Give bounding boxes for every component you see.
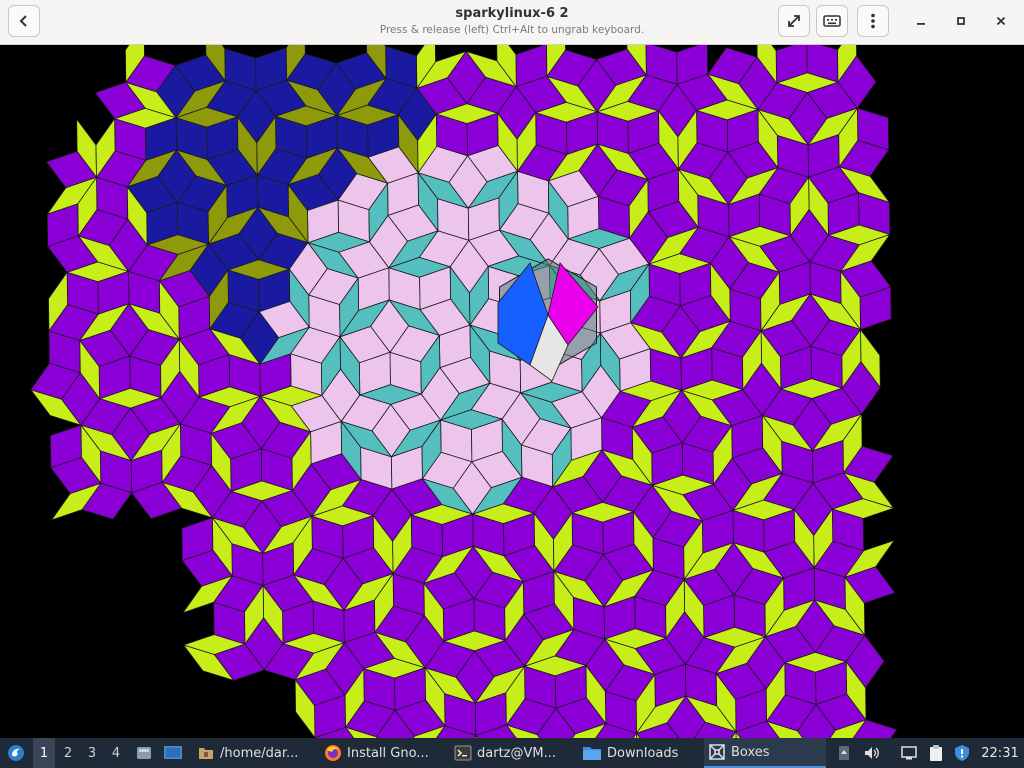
updates-button[interactable] <box>950 738 974 768</box>
minimize-icon <box>917 23 925 25</box>
close-icon <box>996 16 1006 26</box>
desktop-icon <box>164 746 182 759</box>
more-vertical-icon <box>871 13 875 29</box>
volume-icon <box>865 747 879 759</box>
header-bar: sparkylinux-6 2 Press & release (left) C… <box>0 0 1024 45</box>
shield-update-icon <box>955 745 969 761</box>
fullscreen-button[interactable] <box>778 5 810 37</box>
task-terminal[interactable]: dartz@VM... <box>450 738 574 768</box>
tiles <box>29 45 898 738</box>
workspace-3[interactable]: 3 <box>81 738 103 768</box>
app-menu-button[interactable] <box>3 738 29 768</box>
terminal-icon <box>454 745 472 761</box>
volume-button[interactable] <box>860 738 884 768</box>
workspace-2[interactable]: 2 <box>57 738 79 768</box>
keyboard-icon <box>823 15 841 27</box>
keyboard-button[interactable] <box>816 5 848 37</box>
firefox-icon <box>325 745 341 761</box>
task-boxes[interactable]: Boxes <box>704 738 826 768</box>
clipboard-button[interactable] <box>924 738 948 768</box>
network-button[interactable] <box>897 738 921 768</box>
file-manager-launcher[interactable] <box>132 738 156 768</box>
boxes-icon <box>709 744 725 760</box>
maximize-icon <box>957 17 965 25</box>
clock[interactable]: 22:31 <box>978 738 1022 768</box>
tray-arrow-icon <box>839 746 849 760</box>
folder-icon <box>583 747 601 760</box>
fullscreen-icon <box>788 15 800 27</box>
task-downloads[interactable]: Downloads <box>578 738 700 768</box>
task-home-folder[interactable]: /home/dar... <box>193 738 313 768</box>
folder-icon <box>199 748 213 759</box>
show-desktop-button[interactable] <box>160 738 186 768</box>
workspace-1[interactable]: 1 <box>33 738 55 768</box>
minimize-button[interactable] <box>908 8 934 34</box>
taskbar: 1 2 3 4 /home/dar... Install Gno... dart… <box>0 738 1024 768</box>
vm-display[interactable] <box>0 45 1024 738</box>
drive-icon <box>137 747 151 759</box>
clipboard-icon <box>930 745 942 761</box>
close-button[interactable] <box>988 8 1014 34</box>
tray-scroll-button[interactable] <box>834 738 854 768</box>
network-icon <box>901 746 917 760</box>
workspace-4[interactable]: 4 <box>105 738 127 768</box>
menu-button[interactable] <box>857 5 889 37</box>
maximize-button[interactable] <box>948 8 974 34</box>
penrose-tiling[interactable] <box>0 45 1024 738</box>
sparky-logo-icon <box>8 745 24 761</box>
task-firefox[interactable]: Install Gno... <box>320 738 444 768</box>
